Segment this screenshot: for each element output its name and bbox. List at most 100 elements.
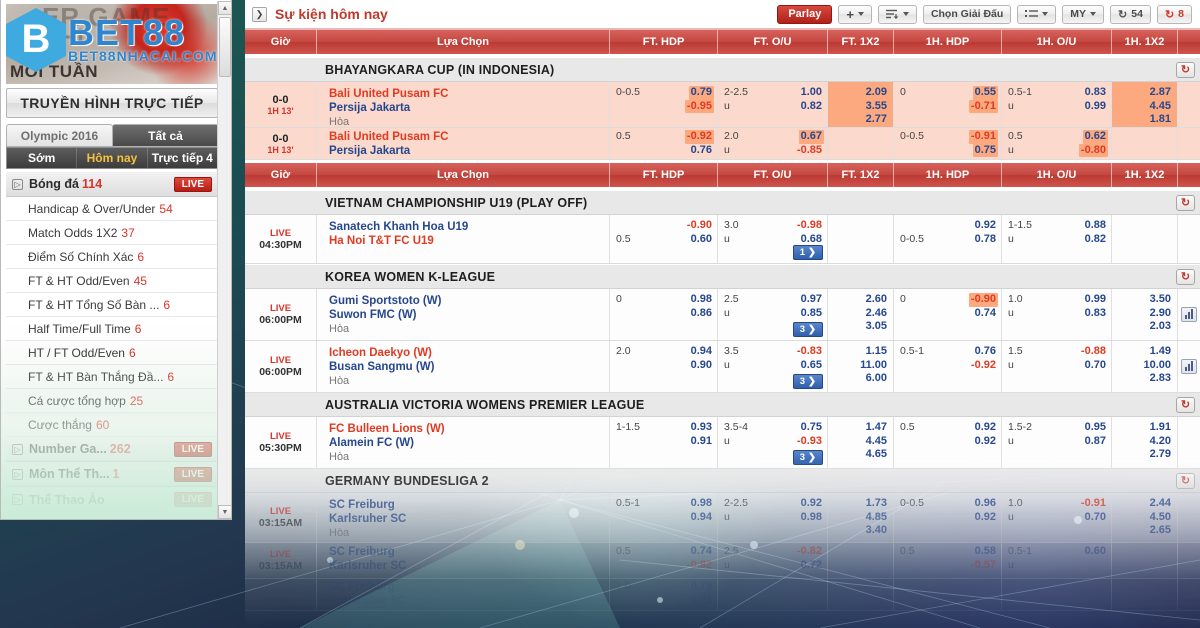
odd-value[interactable]: 0.85 xyxy=(801,307,822,321)
odd-value[interactable]: -0.91 xyxy=(1081,497,1106,511)
odd-value[interactable]: 0.92 xyxy=(975,435,996,449)
odd-value[interactable]: 0.92 xyxy=(975,219,996,233)
away-team[interactable]: Karlsruher SC xyxy=(329,594,609,608)
table-row[interactable]: LIVE 05:30PM FC Bulleen Lions (W) Alamei… xyxy=(245,417,1200,469)
h1-hdp-cell[interactable]: 0-0.5 0.96 0.92 xyxy=(894,493,1002,542)
odd-value[interactable]: 0.82 xyxy=(801,100,822,114)
odd-value[interactable]: 0.82 xyxy=(1085,233,1106,247)
ft-hdp-cell[interactable]: 0-0.5 0.79 -0.95 xyxy=(610,82,718,127)
odd-value-x[interactable]: 2.46 xyxy=(866,307,887,321)
odd-value-x[interactable]: 4.45 xyxy=(866,435,887,449)
ft-hdp-cell[interactable]: 0.5 0.74 -0.82 xyxy=(610,543,718,578)
more-markets-button[interactable]: 3 ❯ xyxy=(792,322,823,337)
ft-hdp-cell[interactable]: -0.90 0.5 0.60 xyxy=(610,215,718,263)
odd-value[interactable]: -0.90 xyxy=(687,219,712,233)
col-1h-ou[interactable]: 1H. O/U xyxy=(1002,163,1112,187)
odd-value-2[interactable]: 4.65 xyxy=(866,448,887,462)
odd-value[interactable]: -0.82 xyxy=(797,545,822,559)
col-1h-hdp[interactable]: 1H. HDP xyxy=(894,163,1002,187)
table-row[interactable]: 0-0 1H 13' Bali United Pusam FC Persija … xyxy=(245,82,1200,128)
away-team[interactable]: Ha Noi T&T FC U19 xyxy=(329,234,609,248)
home-team[interactable]: SC Freiburg xyxy=(329,498,609,512)
odd-value[interactable]: -0.71 xyxy=(968,99,998,113)
odd-value-2[interactable]: 2.79 xyxy=(1150,448,1171,462)
home-team[interactable]: Gumi Sportstoto (W) xyxy=(329,294,609,308)
home-team[interactable]: Bali United Pusam FC xyxy=(329,87,609,101)
col-ft-1x2[interactable]: FT. 1X2 xyxy=(828,30,894,54)
ft-1x2-cell[interactable]: 1.73 4.85 3.40 xyxy=(828,493,894,542)
odd-value[interactable]: -0.90 xyxy=(968,293,998,307)
odd-value[interactable]: 0.99 xyxy=(1085,293,1106,307)
odd-value[interactable]: 0.88 xyxy=(1085,219,1106,233)
away-team[interactable]: Suwon FMC (W) xyxy=(329,308,609,322)
statistics-icon[interactable] xyxy=(1181,307,1197,322)
league-refresh-icon[interactable]: ↻ xyxy=(1176,396,1195,413)
odd-value[interactable]: 0.70 xyxy=(1085,359,1106,373)
odd-value[interactable]: 0.71 xyxy=(691,594,712,608)
ft-1x2-cell[interactable]: 2.09 3.55 2.77 xyxy=(828,82,894,127)
odd-value[interactable]: 0.78 xyxy=(975,233,996,247)
col-time[interactable]: Giờ xyxy=(245,163,317,187)
odd-value[interactable]: 0.74 xyxy=(691,545,712,559)
col-1h-1x2[interactable]: 1H. 1X2 xyxy=(1112,163,1178,187)
ft-hdp-cell[interactable]: 0 0.98 0.86 xyxy=(610,289,718,340)
odd-value-1[interactable]: 2.09 xyxy=(866,86,887,100)
odd-value[interactable]: 0.62 xyxy=(1082,130,1108,144)
away-team[interactable]: Busan Sangmu (W) xyxy=(329,360,609,374)
odd-value[interactable]: 0.74 xyxy=(975,307,996,321)
odd-value[interactable]: 0.83 xyxy=(1085,307,1106,321)
h1-hdp-cell[interactable]: 0.92 0-0.5 0.78 xyxy=(894,215,1002,263)
odd-value[interactable]: 0.95 xyxy=(1085,421,1106,435)
odd-value[interactable]: 0.55 xyxy=(972,86,998,100)
ft-ou-cell[interactable]: 3.5 -0.83 u 0.65 3 ❯ xyxy=(718,341,828,392)
table-row[interactable]: LIVE 03:15AM SC Freiburg Karlsruher SC 0… xyxy=(245,543,1200,579)
col-1h-ou[interactable]: 1H. O/U xyxy=(1002,30,1112,54)
h1-hdp-cell[interactable]: 0-0.5 -0.91 0.75 xyxy=(894,128,1002,159)
ft-hdp-cell[interactable]: 1-1.5 0.93 0.91 xyxy=(610,417,718,468)
odd-value[interactable]: -0.88 xyxy=(1081,345,1106,359)
odd-value-1[interactable]: 2.87 xyxy=(1150,86,1171,100)
home-team[interactable]: FC Bulleen Lions (W) xyxy=(329,422,609,436)
h1-ou-cell[interactable]: 1.0 0.99 u 0.83 xyxy=(1002,289,1112,340)
away-team[interactable]: Karlsruher SC xyxy=(329,559,609,573)
refresh-alert-button[interactable]: ↻ 8 xyxy=(1156,4,1192,24)
odd-value-x[interactable]: 4.85 xyxy=(866,511,887,525)
add-button[interactable]: + xyxy=(838,4,872,24)
odd-value[interactable]: 0.75 xyxy=(801,421,822,435)
odd-value-1[interactable]: 2.44 xyxy=(1150,497,1171,511)
away-team[interactable]: Alamein FC (W) xyxy=(329,436,609,450)
h1-1x2-cell[interactable]: 2.87 4.45 1.81 xyxy=(1112,82,1178,127)
ft-ou-cell[interactable]: 2.5 -0.82 u 0.72 xyxy=(718,543,828,578)
odd-value-2[interactable]: 3.05 xyxy=(866,320,887,334)
ft-ou-cell[interactable]: 2.5 0.97 u 0.85 3 ❯ xyxy=(718,289,828,340)
col-1h-1x2[interactable]: 1H. 1X2 xyxy=(1112,30,1178,54)
odd-value-1[interactable]: 1.49 xyxy=(1150,345,1171,359)
odd-value[interactable]: 0.75 xyxy=(972,143,998,157)
h1-ou-cell[interactable]: 1.5-2 0.95 u 0.87 xyxy=(1002,417,1112,468)
scroll-thumb[interactable] xyxy=(219,17,231,77)
odd-value-2[interactable]: 2.83 xyxy=(1150,372,1171,386)
league-refresh-icon[interactable]: ↻ xyxy=(1176,61,1195,78)
more-markets-button[interactable]: 3 ❯ xyxy=(792,374,823,389)
chevron-right-icon[interactable]: ❯ xyxy=(252,6,267,22)
sort-button[interactable] xyxy=(877,4,917,24)
odd-value-x[interactable]: 2.90 xyxy=(1150,307,1171,321)
ft-1x2-cell[interactable]: 1.47 4.45 4.65 xyxy=(828,417,894,468)
home-team[interactable]: Sanatech Khanh Hoa U19 xyxy=(329,220,609,234)
ft-1x2-cell[interactable]: 2.60 2.46 3.05 xyxy=(828,289,894,340)
home-team[interactable]: SC Freiburg xyxy=(329,580,609,594)
col-ft-hdp[interactable]: FT. HDP xyxy=(610,30,718,54)
h1-ou-cell[interactable]: 1-1.5 0.88 u 0.82 xyxy=(1002,215,1112,263)
h1-hdp-cell[interactable]: 0 -0.90 0.74 xyxy=(894,289,1002,340)
odd-value-1[interactable]: 2.60 xyxy=(866,293,887,307)
odd-value[interactable]: -0.80 xyxy=(1078,143,1108,157)
odd-value[interactable]: 0.87 xyxy=(1085,435,1106,449)
table-row[interactable]: SC Freiburg Karlsruher SC 1.0 0.79 0.71 xyxy=(245,579,1200,611)
col-ft-ou[interactable]: FT. O/U xyxy=(718,163,828,187)
ft-hdp-cell[interactable]: 0.5 -0.92 0.76 xyxy=(610,128,718,159)
odd-value[interactable]: 0.76 xyxy=(975,345,996,359)
table-row[interactable]: 0-0 1H 13' Bali United Pusam FC Persija … xyxy=(245,128,1200,160)
odd-value[interactable]: -0.98 xyxy=(797,219,822,233)
odd-value-x[interactable]: 4.45 xyxy=(1150,100,1171,114)
statistics-icon[interactable] xyxy=(1181,359,1197,374)
